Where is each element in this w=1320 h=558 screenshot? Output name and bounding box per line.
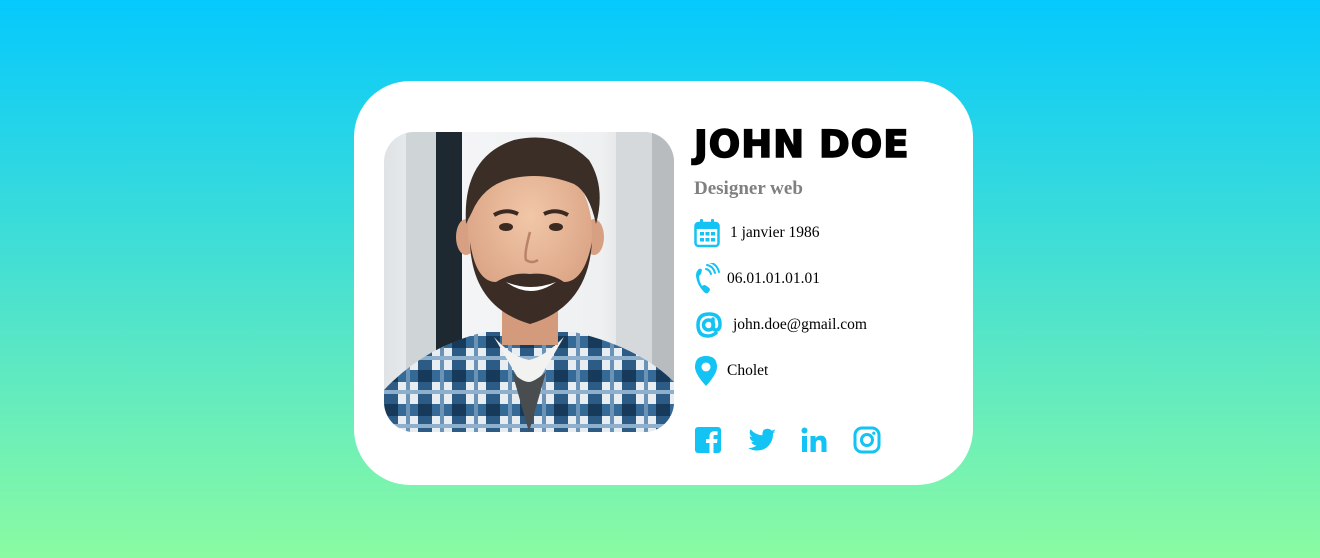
birthdate-text: 1 janvier 1986 xyxy=(730,224,820,241)
calendar-icon xyxy=(694,217,720,249)
detail-birthdate: 1 janvier 1986 xyxy=(694,216,820,250)
at-icon xyxy=(694,309,726,341)
detail-email: john.doe@gmail.com xyxy=(694,308,867,342)
instagram-icon[interactable] xyxy=(853,426,881,454)
profile-card: JOHN DOE Designer web 1 janvier 1986 06.… xyxy=(354,81,973,485)
profile-photo-image xyxy=(384,132,674,432)
profile-role: Designer web xyxy=(694,178,803,199)
twitter-icon[interactable] xyxy=(747,426,776,454)
location-pin-icon xyxy=(694,355,720,387)
location-text: Cholet xyxy=(727,362,769,379)
phone-text: 06.01.01.01.01 xyxy=(727,270,820,287)
linkedin-icon[interactable] xyxy=(800,426,828,454)
profile-photo xyxy=(384,132,674,432)
detail-phone: 06.01.01.01.01 xyxy=(694,262,820,296)
social-links xyxy=(694,423,906,457)
detail-location: Cholet xyxy=(694,354,768,388)
phone-icon xyxy=(694,263,720,295)
email-text: john.doe@gmail.com xyxy=(733,316,867,333)
profile-info: JOHN DOE Designer web 1 janvier 1986 06.… xyxy=(693,81,964,485)
facebook-icon[interactable] xyxy=(694,426,722,454)
profile-name: JOHN DOE xyxy=(693,122,910,167)
